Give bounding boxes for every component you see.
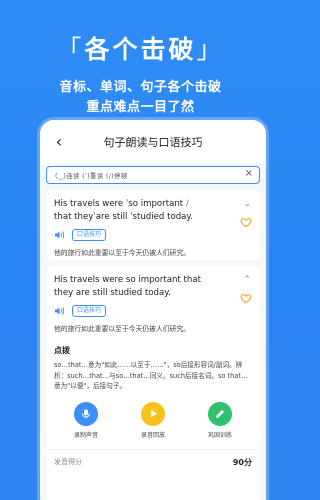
sentence-card-expanded[interactable]: His travels were so important that they … (46, 266, 260, 500)
sentence-part2: that theyˈare still ˈstudied today. (54, 212, 194, 222)
chevron-down-icon[interactable]: ⌄ (243, 199, 251, 209)
tips-note: so…that…意为"如此……以至于……"，so后接形容词/副词。辨析：such… (54, 361, 248, 390)
practice-button[interactable]: 巩固训练 (200, 401, 240, 439)
sentence-translation: 他的旅行如此重要以至于今天仍被人们研究。 (54, 249, 190, 257)
close-icon[interactable]: × (245, 168, 253, 179)
hero-title: 「各个击破」 (0, 30, 281, 66)
hero-subtitle-line1: 音标、单词、句子各个击破 (59, 80, 222, 95)
sentence-part1: His travels were ˈso important (54, 199, 184, 209)
hero-title-text: 各个击破 (84, 35, 197, 64)
notation-legend: (‿)连读 (ˈ)重读 (/)停顿 (55, 172, 128, 180)
sentence-meta: 口语技巧 (54, 305, 252, 317)
speaker-icon[interactable] (54, 230, 66, 240)
microphone-icon[interactable] (74, 401, 98, 426)
page-title: 句子朗读与口语技巧 (103, 136, 203, 149)
plain-sentence: His travels were so important that they … (54, 275, 201, 298)
sentence-card-collapsed[interactable]: His travels were ˈso important / that th… (46, 190, 260, 260)
record-button[interactable]: 录制声音 (66, 401, 106, 439)
practice-label: 巩固训练 (207, 431, 232, 439)
score-row: 发音得分 90分 (54, 457, 252, 468)
speaking-tips-tag[interactable]: 口语技巧 (72, 229, 107, 241)
hero-subtitle-line2: 重点难点一目了然 (86, 100, 195, 115)
sentence-translation: 他的旅行如此重要以至于今天仍被人们研究。 (54, 325, 190, 333)
top-bar: ‹ 句子朗读与口语技巧 (40, 120, 266, 164)
hero-bracket-open: 「 (56, 35, 85, 64)
speaking-tips-tag[interactable]: 口语技巧 (72, 305, 107, 317)
heart-icon[interactable] (240, 292, 252, 304)
playback-button[interactable]: 录音回放 (133, 401, 173, 439)
divider (46, 448, 260, 450)
action-buttons: 录制声音 录音回放 巩固训练 (54, 401, 252, 439)
sentence-meta: 口语技巧 (54, 229, 252, 241)
phone-screen: ‹ 句子朗读与口语技巧 (‿)连读 (ˈ)重读 (/)停顿 × His trav… (40, 120, 266, 500)
pause-mark: / (185, 199, 189, 209)
chevron-up-icon[interactable]: ⌃ (243, 275, 251, 285)
record-label: 录制声音 (73, 431, 98, 439)
back-icon[interactable]: ‹ (50, 133, 68, 151)
score-label: 发音得分 (54, 458, 82, 466)
pencil-icon[interactable] (208, 401, 232, 426)
notation-filter[interactable]: (‿)连读 (ˈ)重读 (/)停顿 × (46, 166, 260, 184)
tips-section-title: 点拨 (54, 346, 70, 355)
hero-bracket-close: 」 (196, 35, 225, 64)
score-value: 90分 (232, 457, 252, 467)
playback-label: 录音回放 (140, 431, 165, 439)
heart-icon[interactable] (240, 216, 252, 228)
annotated-sentence: His travels were ˈso important / that th… (54, 198, 204, 224)
play-icon[interactable] (141, 401, 165, 426)
speaker-icon[interactable] (54, 306, 66, 316)
